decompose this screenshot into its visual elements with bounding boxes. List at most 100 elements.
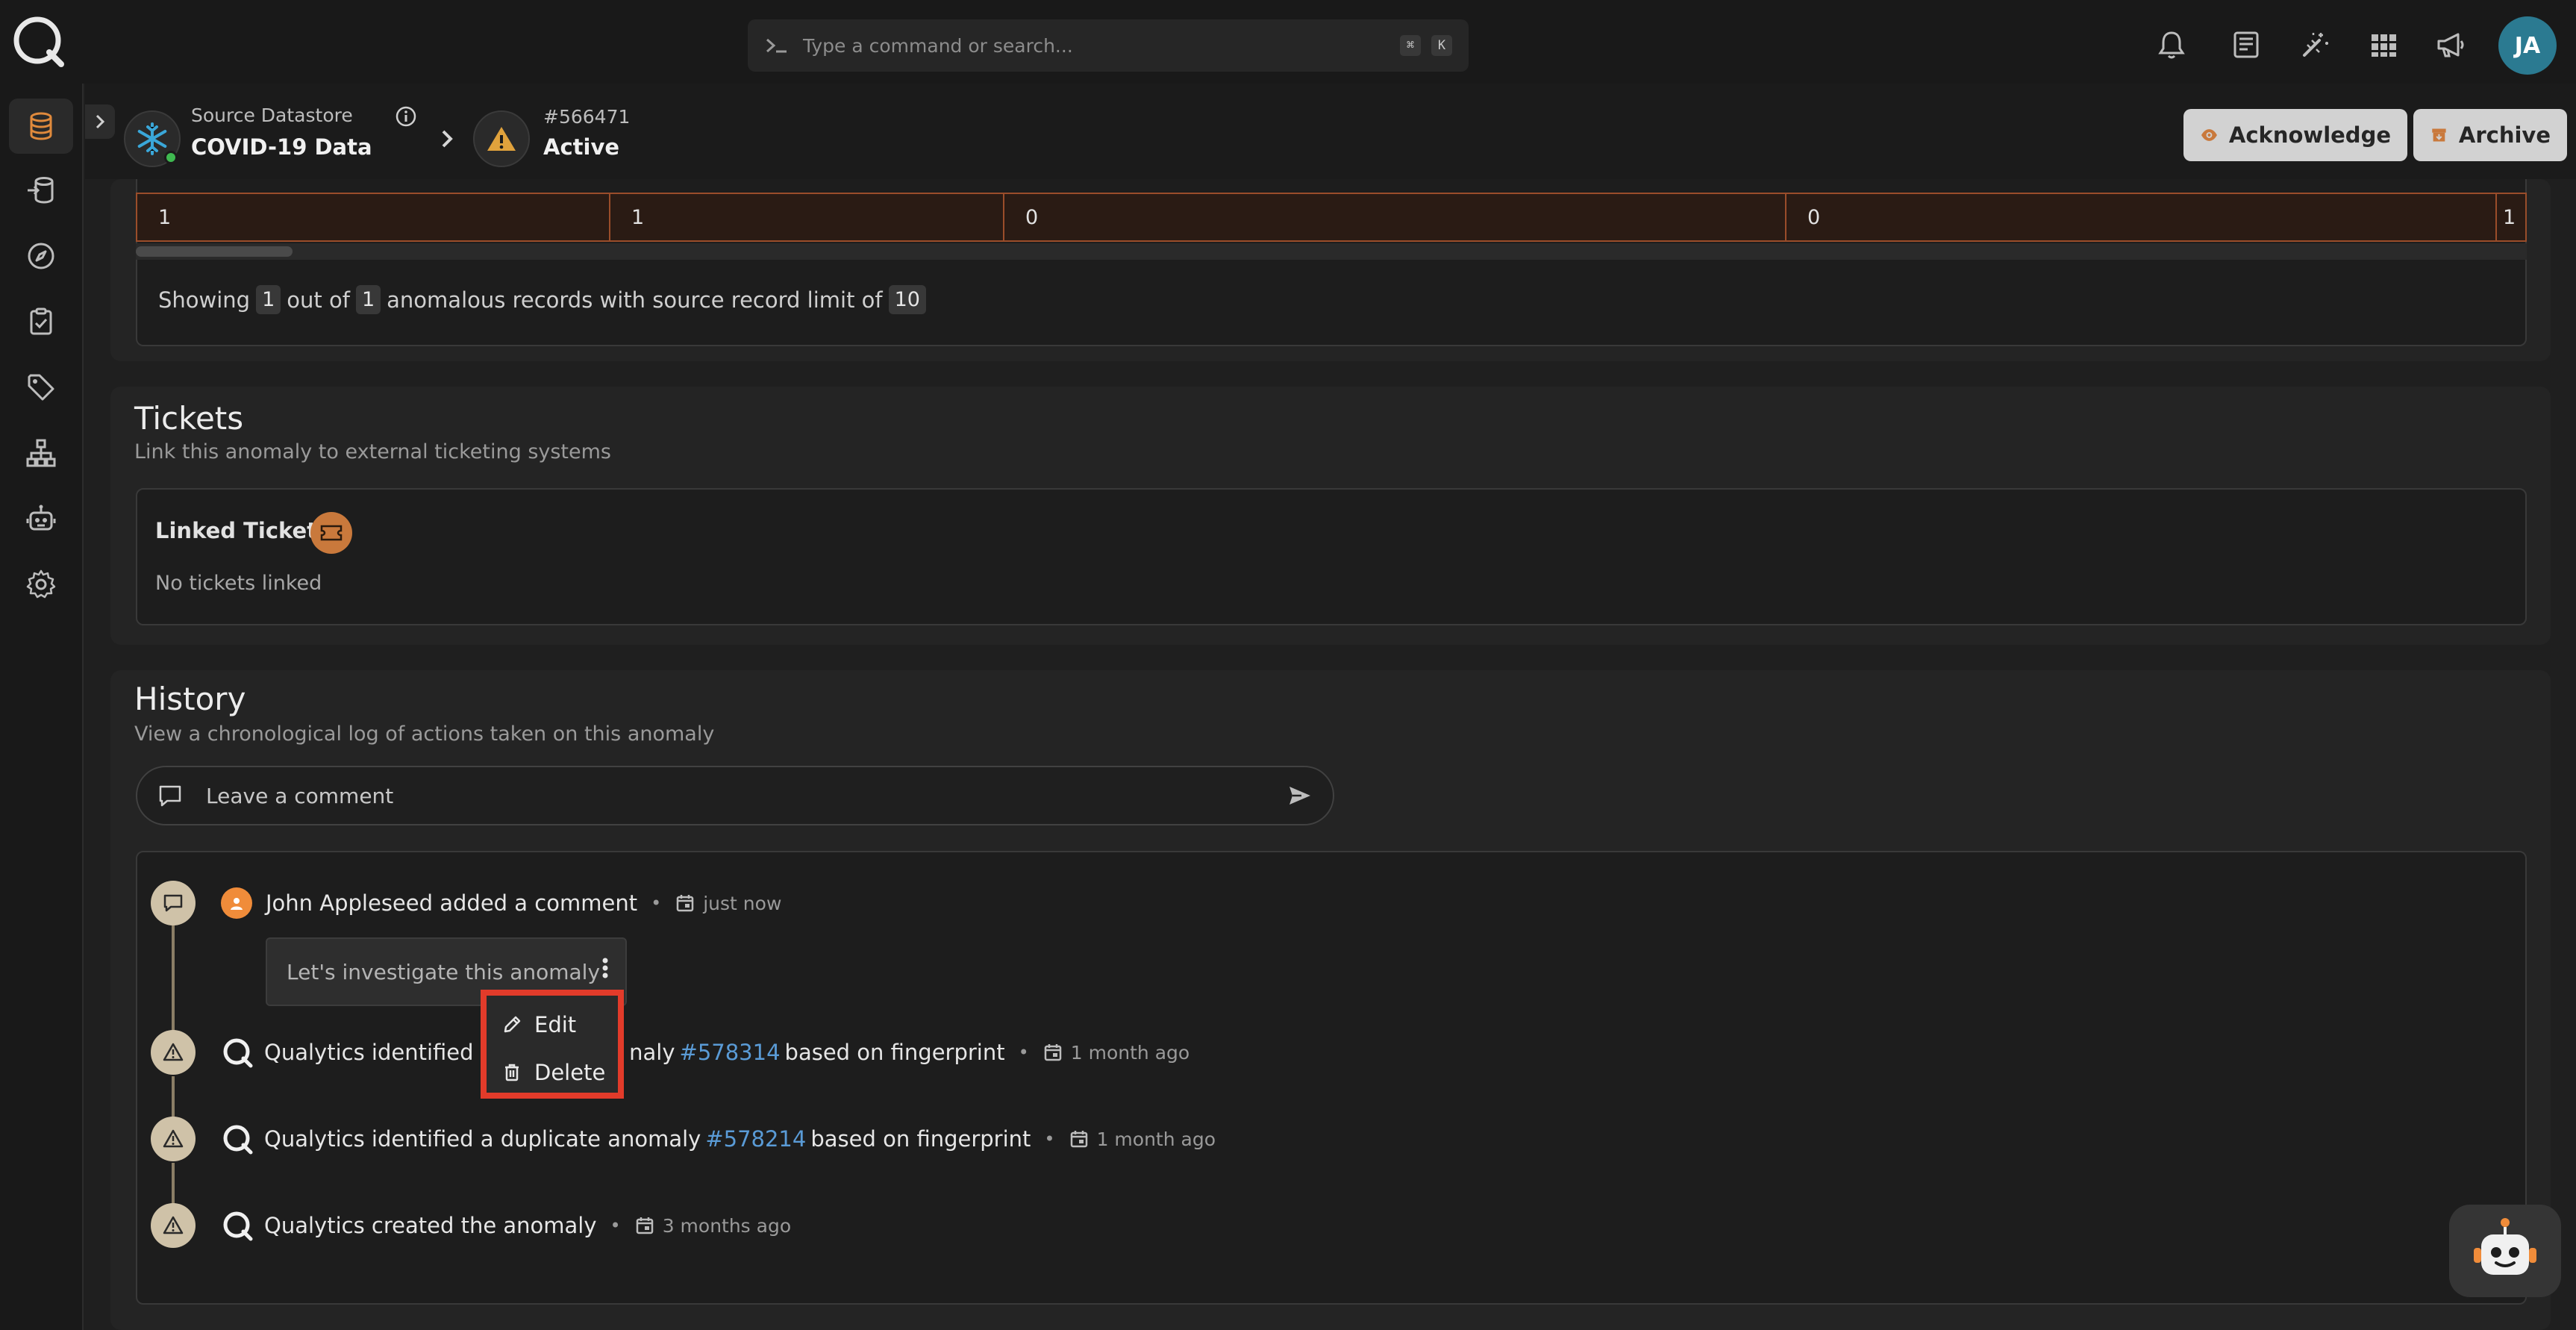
archive-label: Archive <box>2458 122 2551 148</box>
event-time-text: just now <box>703 892 782 914</box>
tickets-title: Tickets <box>134 400 244 437</box>
nav-checks[interactable] <box>9 294 73 349</box>
qualytics-logo[interactable] <box>10 13 67 70</box>
shortcut-k-key: K <box>1431 35 1452 56</box>
showing-prefix: Showing <box>158 287 251 313</box>
record-cell: 0 <box>1785 193 2497 242</box>
expand-sidebar-button[interactable] <box>85 104 115 139</box>
acknowledge-button[interactable]: Acknowledge <box>2183 109 2407 161</box>
eye-icon <box>2201 129 2217 141</box>
anomaly-link[interactable]: #578214 <box>705 1126 806 1152</box>
event-time: 3 months ago <box>634 1215 791 1237</box>
ticket-icon <box>320 525 343 541</box>
comment-input[interactable] <box>206 783 1287 808</box>
event-actor: John Appleseed <box>266 890 434 916</box>
scrollbar-thumb[interactable] <box>136 246 293 257</box>
horizontal-scrollbar[interactable] <box>136 243 2527 260</box>
info-icon[interactable] <box>394 104 418 128</box>
nav-enrichment[interactable] <box>9 163 73 218</box>
compass-icon <box>28 243 54 269</box>
record-cell: 1 <box>609 193 1004 242</box>
anomaly-avatar <box>473 110 530 167</box>
robot-icon <box>26 505 56 531</box>
event-text: Qualytics identified a d <box>264 1040 515 1065</box>
anomalous-record-row: 1 1 0 0 1 <box>136 193 2527 242</box>
warning-icon <box>163 1129 184 1148</box>
nav-explore[interactable] <box>9 228 73 284</box>
breadcrumb-chevron-icon <box>442 130 453 148</box>
edit-menu-item[interactable]: Edit <box>501 1006 576 1043</box>
record-limit-chip: 10 <box>888 285 926 314</box>
records-summary: Showing 1 out of 1 anomalous records wit… <box>158 285 926 314</box>
comment-options-button[interactable] <box>594 949 616 987</box>
separator-dot: • <box>1018 1042 1029 1063</box>
edit-label: Edit <box>534 1012 577 1037</box>
created-anomaly-event: Qualytics created the anomaly • 3 months… <box>221 1209 791 1242</box>
duplicate-anomaly-event: Qualytics identified a duplicate anomaly… <box>221 1123 1216 1155</box>
chevron-right-icon <box>96 114 105 129</box>
qualytics-logo-icon <box>223 1038 253 1068</box>
tickets-subtitle: Link this anomaly to external ticketing … <box>134 440 611 463</box>
comment-context-menu: Edit Delete <box>481 990 624 1099</box>
timeline-connector <box>172 921 175 1031</box>
delete-menu-item[interactable]: Delete <box>501 1054 605 1091</box>
event-time: 1 month ago <box>1042 1042 1189 1064</box>
separator-dot: • <box>651 893 662 914</box>
timeline-connector <box>172 1076 175 1118</box>
shown-count-chip: 1 <box>256 285 281 314</box>
anomaly-event-icon <box>151 1117 196 1161</box>
nav-tags[interactable] <box>9 360 73 415</box>
command-search-bar[interactable]: Type a command or search... ⌘ K <box>748 19 1469 72</box>
clipboard-check-icon <box>30 307 52 335</box>
event-time-text: 3 months ago <box>662 1214 792 1237</box>
event-text-tail: naly <box>629 1040 675 1065</box>
separator-dot: • <box>1044 1128 1055 1149</box>
apps-grid-icon[interactable] <box>2367 28 2400 61</box>
summary-middle-text: anomalous records with source record lim… <box>387 287 883 313</box>
out-of-label: out of <box>287 287 350 313</box>
document-list-icon[interactable] <box>2230 28 2263 61</box>
comment-event-icon <box>151 881 196 925</box>
linked-tickets-label: Linked Tickets <box>155 518 331 543</box>
megaphone-icon[interactable] <box>2434 28 2467 61</box>
warning-triangle-icon <box>487 127 516 151</box>
shortcut-cmd-key: ⌘ <box>1400 35 1421 56</box>
user-avatar-button[interactable]: JA <box>2498 16 2557 75</box>
bell-icon[interactable] <box>2155 28 2188 61</box>
left-navigation-rail <box>0 84 84 1330</box>
nav-settings[interactable] <box>9 557 73 612</box>
comment-icon <box>163 894 183 912</box>
anomaly-link[interactable]: #578314 <box>680 1040 781 1065</box>
event-time-text: 1 month ago <box>1070 1041 1190 1064</box>
calendar-icon <box>636 1217 653 1234</box>
archive-button[interactable]: Archive <box>2413 109 2567 161</box>
source-records-card: 1 1 0 0 1 Showing 1 out of 1 anomalous r… <box>110 179 2551 361</box>
record-cell: 1 <box>2495 193 2527 242</box>
event-text-after: based on fingerprint <box>784 1040 1005 1065</box>
event-time-text: 1 month ago <box>1096 1128 1216 1150</box>
warning-icon <box>163 1043 184 1061</box>
kebab-menu-icon <box>602 958 608 978</box>
top-bar: Type a command or search... ⌘ K JA <box>0 0 2576 84</box>
magic-wand-icon[interactable] <box>2298 28 2331 61</box>
total-count-chip: 1 <box>355 285 381 314</box>
archive-box-icon <box>2432 128 2446 142</box>
tickets-card: Tickets Link this anomaly to external ti… <box>110 387 2551 645</box>
send-icon[interactable] <box>1287 782 1313 809</box>
tag-icon <box>28 374 54 401</box>
datastore-name[interactable]: COVID-19 Data <box>191 134 372 160</box>
comment-input-box[interactable] <box>136 766 1334 825</box>
calendar-icon <box>1070 1131 1087 1148</box>
datastore-avatar[interactable] <box>124 110 181 167</box>
anomaly-event-icon <box>151 1030 196 1075</box>
user-avatar-icon <box>221 887 252 919</box>
linked-tickets-panel: Linked Tickets No tickets linked <box>136 488 2527 625</box>
gear-icon <box>26 569 56 599</box>
warning-icon <box>163 1216 184 1234</box>
history-subtitle: View a chronological log of actions take… <box>134 722 715 746</box>
nav-datastores[interactable] <box>9 99 73 154</box>
assistant-bot-button[interactable] <box>2449 1205 2561 1297</box>
nav-agents[interactable] <box>9 491 73 546</box>
link-ticket-button[interactable] <box>310 512 352 554</box>
nav-lineage[interactable] <box>9 425 73 481</box>
